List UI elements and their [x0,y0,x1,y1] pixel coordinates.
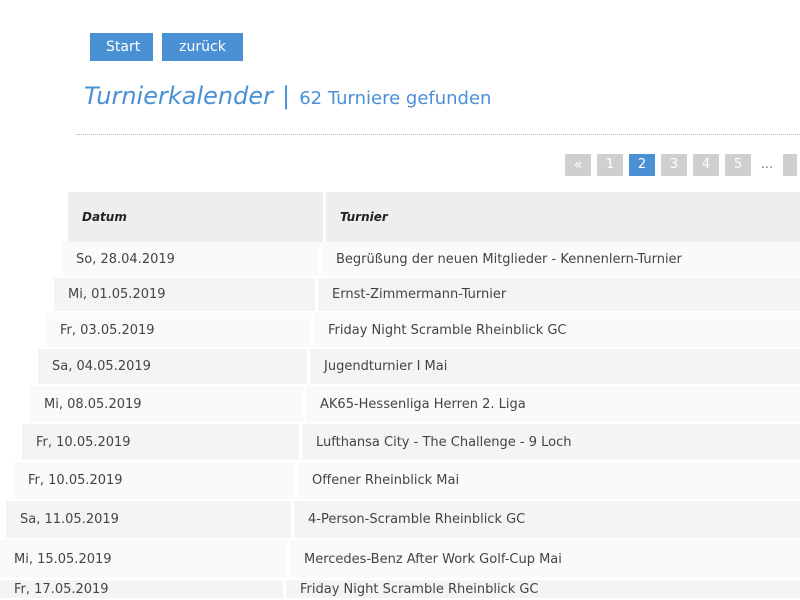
row-tournament-link[interactable]: Jugendturnier I Mai [310,349,800,384]
column-header-tournament[interactable]: Turnier [326,192,800,242]
row-date: Mi, 01.05.2019 [54,278,318,311]
row-tournament-link[interactable]: 4-Person-Scramble Rheinblick GC [294,501,800,538]
row-tournament-link[interactable]: Ernst-Zimmermann-Turnier [318,278,800,311]
table-row[interactable]: Sa, 04.05.2019 Jugendturnier I Mai [38,349,800,384]
row-tournament-link[interactable]: Friday Night Scramble Rheinblick GC [314,313,800,347]
table-row[interactable]: Mi, 08.05.2019 AK65-Hessenliga Herren 2.… [30,386,800,422]
row-tournament-link[interactable]: Friday Night Scramble Rheinblick GC [286,580,800,598]
row-date: Fr, 17.05.2019 [0,580,286,598]
row-date: Mi, 08.05.2019 [30,386,306,422]
row-date: Sa, 11.05.2019 [6,501,294,538]
row-date: Sa, 04.05.2019 [38,349,310,384]
row-date: Fr, 10.05.2019 [14,462,298,499]
row-date: So, 28.04.2019 [62,242,322,276]
table-row[interactable]: Fr, 17.05.2019 Friday Night Scramble Rhe… [0,580,800,598]
table-row[interactable]: Sa, 11.05.2019 4-Person-Scramble Rheinbl… [6,501,800,538]
table-row[interactable]: Fr, 10.05.2019 Lufthansa City - The Chal… [22,424,800,460]
table-row[interactable]: So, 28.04.2019 Begrüßung der neuen Mitgl… [62,242,800,276]
row-tournament-link[interactable]: Offener Rheinblick Mai [298,462,800,499]
table-header-row: Datum Turnier [68,192,800,242]
table-row[interactable]: Fr, 10.05.2019 Offener Rheinblick Mai [14,462,800,499]
table-row[interactable]: Fr, 03.05.2019 Friday Night Scramble Rhe… [46,313,800,347]
row-tournament-link[interactable]: AK65-Hessenliga Herren 2. Liga [306,386,800,422]
row-date: Mi, 15.05.2019 [0,540,290,578]
row-date: Fr, 10.05.2019 [22,424,302,460]
column-header-date[interactable]: Datum [68,192,326,242]
page: Start zurück Turnierkalender | 62 Turnie… [0,0,800,600]
row-tournament-link[interactable]: Mercedes-Benz After Work Golf-Cup Mai [290,540,800,578]
table-row[interactable]: Mi, 01.05.2019 Ernst-Zimmermann-Turnier [54,278,800,311]
row-tournament-link[interactable]: Begrüßung der neuen Mitglieder - Kennenl… [322,242,800,276]
tournament-table: Datum Turnier So, 28.04.2019 Begrüßung d… [0,0,800,600]
row-tournament-link[interactable]: Lufthansa City - The Challenge - 9 Loch [302,424,800,460]
table-row[interactable]: Mi, 15.05.2019 Mercedes-Benz After Work … [0,540,800,578]
row-date: Fr, 03.05.2019 [46,313,314,347]
